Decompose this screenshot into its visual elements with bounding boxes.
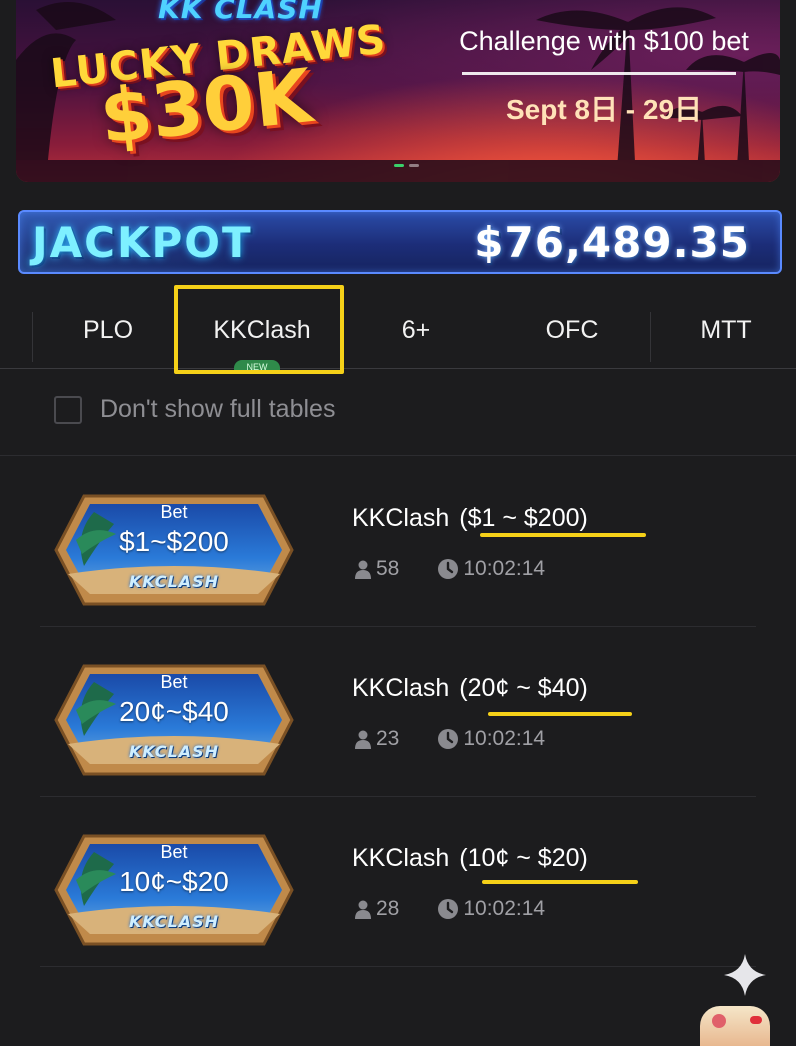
floating-widget[interactable] xyxy=(700,1006,770,1046)
badge-range: 20¢~$40 xyxy=(119,696,229,727)
carousel-dot-active[interactable] xyxy=(394,164,404,167)
game-stakes: (10¢ ~ $20) xyxy=(459,844,588,872)
tab-ofc[interactable]: OFC xyxy=(502,292,642,368)
tab-mtt[interactable]: MTT xyxy=(656,292,796,368)
game-name: KKClash xyxy=(352,674,450,702)
carousel-indicator[interactable] xyxy=(394,164,419,167)
game-row[interactable]: Bet 10¢~$20 KKCLASH KKClash (10¢ ~ $20) 2… xyxy=(40,800,756,970)
player-count: 28 xyxy=(376,897,400,920)
table-badge: Bet $1~$200 KKCLASH xyxy=(54,494,294,606)
banner-date: Sept 8日 - 29日 xyxy=(505,94,703,125)
badge-bet-label: Bet xyxy=(160,502,188,522)
badge-range: $1~$200 xyxy=(119,526,229,557)
tab-separator xyxy=(650,312,651,362)
game-row[interactable]: Bet $1~$200 KKCLASH KKClash ($1 ~ $200) 5… xyxy=(40,460,756,630)
notification-dot xyxy=(750,1016,762,1024)
table-badge: Bet 20¢~$40 KKCLASH xyxy=(54,664,294,776)
promo-banner[interactable]: KK CLASH LUCKY DRAWS $30K Challenge with… xyxy=(16,0,780,182)
game-stakes: (20¢ ~ $40) xyxy=(459,674,588,702)
stakes-underline-annotation xyxy=(482,880,638,884)
divider xyxy=(40,966,756,967)
table-badge: Bet 10¢~$20 KKCLASH xyxy=(54,834,294,946)
game-meta: 23 10:02:14 xyxy=(354,727,545,751)
game-time: 10:02:14 xyxy=(463,897,546,920)
floating-widget-dot xyxy=(712,1014,726,1028)
tab-highlight-annotation xyxy=(174,285,344,374)
game-name: KKClash xyxy=(352,504,450,532)
badge-bet-label: Bet xyxy=(160,672,188,692)
banner-prize-amount: $30K xyxy=(96,53,316,161)
stakes-underline-annotation xyxy=(488,712,632,716)
jackpot-amount: $76,489.35 xyxy=(474,218,750,267)
jackpot-label: JACKPOT xyxy=(32,218,253,267)
stakes-underline-annotation xyxy=(480,533,646,537)
banner-divider xyxy=(462,72,736,75)
game-meta: 58 10:02:14 xyxy=(354,557,545,581)
game-title: KKClash (10¢ ~ $20) xyxy=(352,844,588,873)
filter-label: Don't show full tables xyxy=(100,395,336,423)
banner-challenge-text: Challenge with $100 bet xyxy=(459,26,749,56)
game-stakes: ($1 ~ $200) xyxy=(459,504,588,532)
game-title: KKClash ($1 ~ $200) xyxy=(352,504,588,533)
player-icon xyxy=(355,730,371,749)
game-meta: 28 10:02:14 xyxy=(354,897,545,921)
divider xyxy=(40,796,756,797)
player-count: 23 xyxy=(376,727,400,750)
game-time: 10:02:14 xyxy=(463,557,546,580)
full-tables-filter[interactable]: Don't show full tables xyxy=(54,395,335,424)
badge-range: 10¢~$20 xyxy=(119,866,229,897)
clock-icon xyxy=(438,899,459,919)
clock-icon xyxy=(438,729,459,749)
sparkle-icon[interactable] xyxy=(722,952,768,998)
tab-plo[interactable]: PLO xyxy=(38,292,178,368)
tab-6plus[interactable]: 6+ xyxy=(346,292,486,368)
badge-brand: KKCLASH xyxy=(128,742,219,761)
divider xyxy=(0,455,796,456)
game-row[interactable]: Bet 20¢~$40 KKCLASH KKClash (20¢ ~ $40) 2… xyxy=(40,630,756,800)
carousel-dot[interactable] xyxy=(409,164,419,167)
game-time: 10:02:14 xyxy=(463,727,546,750)
badge-brand: KKCLASH xyxy=(128,912,219,931)
badge-brand: KKCLASH xyxy=(128,572,219,591)
banner-brand: KK CLASH xyxy=(158,0,323,25)
game-name: KKClash xyxy=(352,844,450,872)
game-type-tabs: PLO KKClash 6+ OFC MTT xyxy=(0,292,796,369)
player-count: 58 xyxy=(376,557,400,580)
divider xyxy=(40,626,756,627)
clock-icon xyxy=(438,559,459,579)
badge-bet-label: Bet xyxy=(160,842,188,862)
checkbox-icon[interactable] xyxy=(54,395,82,424)
jackpot-bar[interactable]: JACKPOT $76,489.35 xyxy=(18,210,782,274)
tab-separator xyxy=(32,312,33,362)
player-icon xyxy=(355,560,371,579)
game-title: KKClash (20¢ ~ $40) xyxy=(352,674,588,703)
player-icon xyxy=(355,900,371,919)
